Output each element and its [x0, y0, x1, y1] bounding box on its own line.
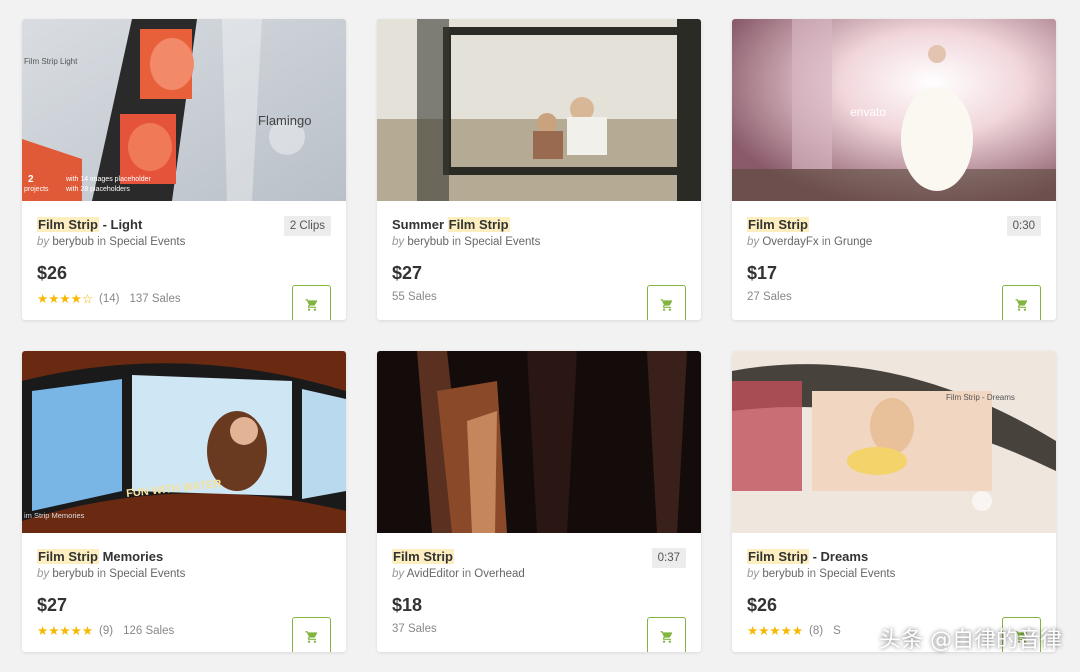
author-link[interactable]: berybub	[52, 568, 94, 580]
product-thumbnail[interactable]: FUN WITH WATER im Strip Memories	[22, 351, 346, 533]
product-thumbnail[interactable]: envato	[732, 19, 1056, 201]
product-title[interactable]: Film Strip	[392, 549, 454, 564]
product-card[interactable]: Summer Film Strip by berybub in Special …	[377, 19, 701, 320]
author-link[interactable]: AvidEditor	[407, 568, 459, 580]
add-to-cart-button[interactable]	[647, 617, 686, 652]
author-link[interactable]: berybub	[52, 236, 94, 248]
sales-count: 37 Sales	[392, 623, 437, 635]
rating-sales: ★★★★★ (9) 126 Sales	[37, 623, 174, 638]
rating-sales: ★★★★★ (8) S	[747, 623, 841, 638]
star-rating: ★★★★★	[747, 624, 804, 638]
add-to-cart-button[interactable]	[292, 285, 331, 320]
rating-sales: ★★★★☆ (14) 137 Sales	[37, 291, 181, 306]
thumb-caption-title: Flamingo	[258, 113, 312, 128]
item-grid: Film Strip Light Flamingo 2 projects wit…	[0, 0, 1080, 672]
rating-sales: 37 Sales	[392, 623, 437, 635]
thumb-caption-brand: Film Strip Light	[24, 57, 78, 66]
sales-count: 137 Sales	[129, 292, 181, 305]
price: $17	[747, 263, 778, 283]
sales-count: 55 Sales	[392, 291, 437, 303]
category-link[interactable]: Special Events	[109, 236, 185, 248]
thumb-caption-count: 2	[28, 174, 34, 185]
cart-icon	[660, 630, 672, 643]
clips-badge: 2 Clips	[283, 216, 331, 236]
price: $26	[37, 263, 68, 283]
product-card[interactable]: FUN WITH WATER im Strip Memories Film St…	[22, 351, 346, 652]
cart-icon	[1015, 298, 1027, 311]
rating-sales: 55 Sales	[392, 291, 437, 303]
product-byline: by berybub in Special Events	[37, 568, 186, 580]
product-title[interactable]: Film Strip	[747, 217, 809, 232]
star-rating: ★★★★☆	[37, 292, 94, 306]
category-link[interactable]: Overhead	[474, 568, 525, 580]
duration-badge: 0:30	[1006, 216, 1041, 236]
product-title[interactable]: Film Strip - Light	[37, 217, 142, 232]
price: $26	[747, 595, 778, 615]
price: $27	[37, 595, 68, 615]
product-byline: by OverdayFx in Grunge	[747, 236, 873, 248]
product-card[interactable]: Film Strip - Dreams Film Strip - Dreams …	[732, 351, 1056, 652]
category-link[interactable]: Special Events	[109, 568, 185, 580]
rating-count: (8)	[809, 624, 824, 637]
product-byline: by berybub in Special Events	[747, 568, 896, 580]
author-link[interactable]: berybub	[762, 568, 804, 580]
duration-badge: 0:37	[651, 548, 686, 568]
cart-icon	[305, 298, 317, 311]
category-link[interactable]: Special Events	[464, 236, 540, 248]
category-link[interactable]: Special Events	[819, 568, 895, 580]
product-byline: by AvidEditor in Overhead	[392, 568, 525, 580]
product-card[interactable]: Film Strip Light Flamingo 2 projects wit…	[22, 19, 346, 320]
product-thumbnail[interactable]	[377, 19, 701, 201]
product-title[interactable]: Film Strip Memories	[37, 549, 163, 564]
product-byline: by berybub in Special Events	[37, 236, 186, 248]
thumb-caption-projects: projects	[24, 186, 49, 193]
add-to-cart-button[interactable]	[292, 617, 331, 652]
product-thumbnail[interactable]	[377, 351, 701, 533]
product-thumbnail[interactable]: Film Strip Light Flamingo 2 projects wit…	[22, 19, 346, 201]
product-title[interactable]: Summer Film Strip	[392, 217, 510, 232]
thumb-caption-brand: Film Strip - Dreams	[946, 393, 1015, 402]
price: $18	[392, 595, 423, 615]
watermark: 头条 @自律的音律	[879, 628, 1062, 653]
rating-count: (14)	[99, 292, 120, 305]
sales-count: 126 Sales	[123, 624, 175, 637]
add-to-cart-button[interactable]	[647, 285, 686, 320]
cart-icon	[305, 630, 317, 643]
price: $27	[392, 263, 423, 283]
thumb-caption-line2: with 28 placeholders	[66, 186, 130, 193]
sales-count: S	[833, 624, 841, 637]
product-title[interactable]: Film Strip - Dreams	[747, 549, 868, 564]
thumb-caption-brand: im Strip Memories	[24, 511, 85, 520]
add-to-cart-button[interactable]	[1002, 285, 1041, 320]
product-card[interactable]: Film Strip by AvidEditor in Overhead 0:3…	[377, 351, 701, 652]
product-card[interactable]: envato Film Strip by OverdayFx in Grunge…	[732, 19, 1056, 320]
cart-icon	[660, 298, 672, 311]
category-link[interactable]: Grunge	[834, 236, 872, 248]
rating-count: (9)	[99, 624, 114, 637]
envato-logo: envato	[850, 105, 887, 119]
thumb-caption-line1: with 14 images placeholder	[66, 176, 151, 183]
product-byline: by berybub in Special Events	[392, 236, 541, 248]
author-link[interactable]: berybub	[407, 236, 449, 248]
product-thumbnail[interactable]: Film Strip - Dreams	[732, 351, 1056, 533]
sales-count: 27 Sales	[747, 291, 792, 303]
author-link[interactable]: OverdayFx	[762, 236, 818, 248]
star-rating: ★★★★★	[37, 624, 94, 638]
rating-sales: 27 Sales	[747, 291, 792, 303]
